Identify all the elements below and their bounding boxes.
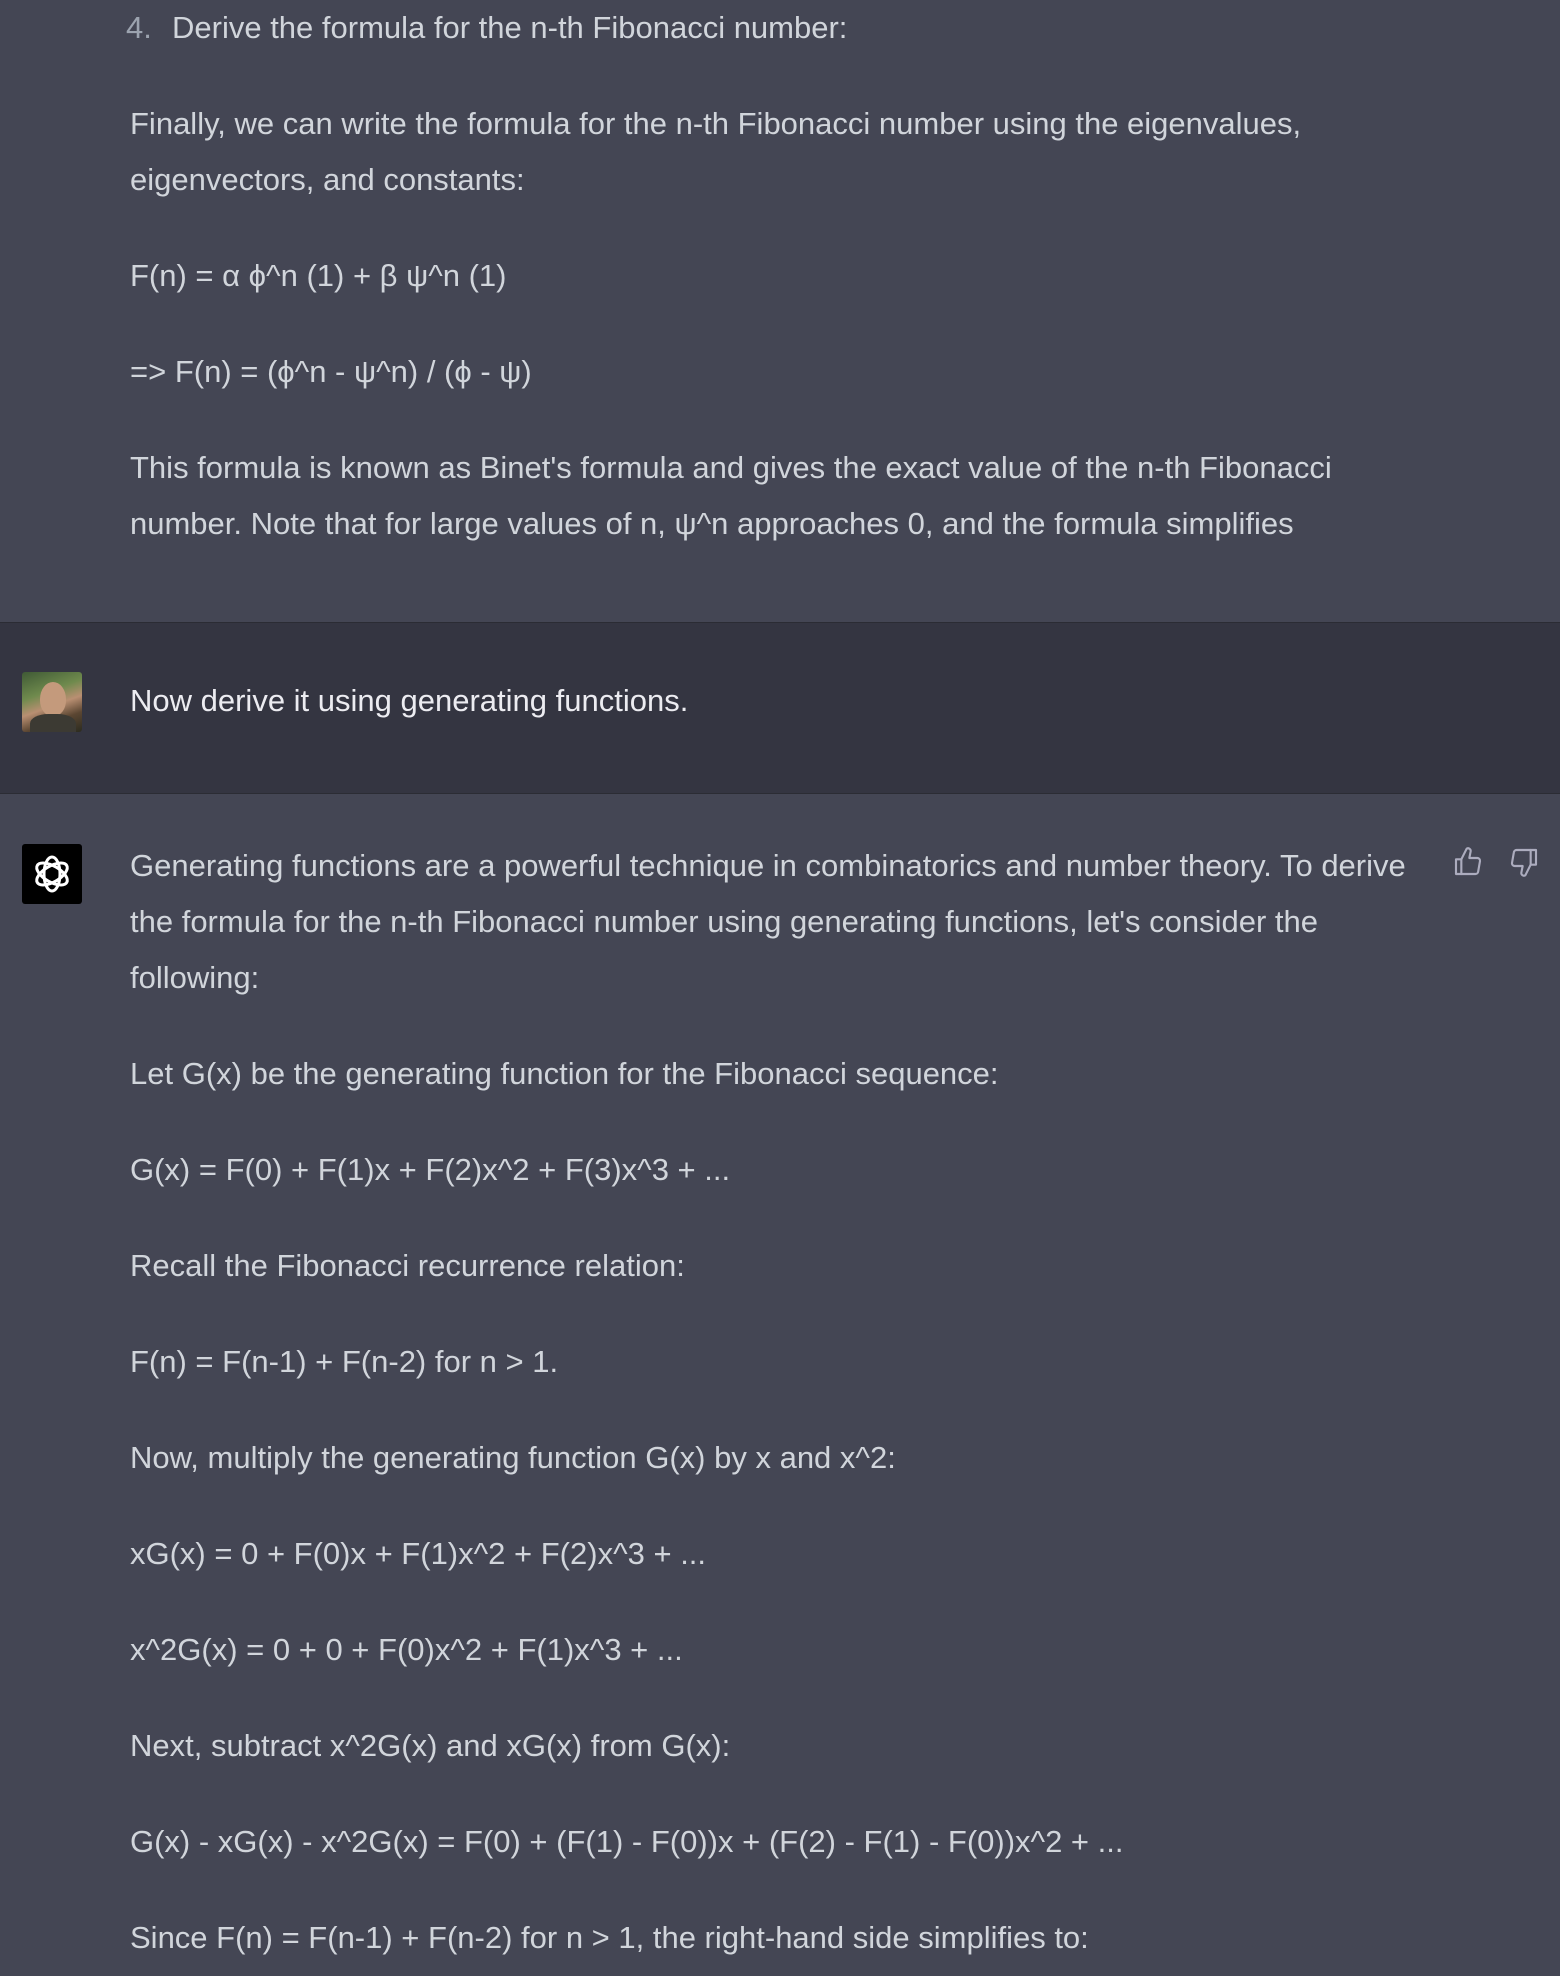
assistant-message-previous: 4. Derive the formula for the n-th Fibona…: [0, 0, 1560, 622]
formula: x^2G(x) = 0 + 0 + F(0)x^2 + F(1)x^3 + ..…: [130, 1632, 683, 1667]
feedback-actions: [1452, 846, 1540, 878]
formula: xG(x) = 0 + F(0)x + F(1)x^2 + F(2)x^3 + …: [130, 1536, 707, 1571]
user-message: Now derive it using generating functions…: [0, 622, 1560, 794]
list-item-number: 4.: [126, 10, 152, 45]
thumbs-up-icon[interactable]: [1452, 846, 1484, 878]
paragraph: Finally, we can write the formula for th…: [130, 106, 1302, 197]
paragraph: Now, multiply the generating function G(…: [130, 1440, 896, 1475]
formula: G(x) - xG(x) - x^2G(x) = F(0) + (F(1) - …: [130, 1824, 1124, 1859]
user-message-text: Now derive it using generating functions…: [130, 683, 689, 718]
assistant-message-content: Generating functions are a powerful tech…: [130, 838, 1410, 1966]
list-item: 4. Derive the formula for the n-th Fibona…: [126, 0, 1410, 56]
user-message-content: Now derive it using generating functions…: [130, 673, 1410, 729]
paragraph: Since F(n) = F(n-1) + F(n-2) for n > 1, …: [130, 1920, 1089, 1955]
list-item-text: Derive the formula for the n-th Fibonacc…: [172, 10, 848, 45]
formula: => F(n) = (ϕ^n - ψ^n) / (ϕ - ψ): [130, 354, 532, 389]
paragraph: Generating functions are a powerful tech…: [130, 848, 1406, 995]
paragraph: This formula is known as Binet's formula…: [130, 450, 1332, 541]
formula: G(x) = F(0) + F(1)x + F(2)x^2 + F(3)x^3 …: [130, 1152, 731, 1187]
paragraph: Recall the Fibonacci recurrence relation…: [130, 1248, 685, 1283]
user-avatar: [22, 672, 82, 732]
openai-logo-icon: [22, 844, 82, 904]
formula: F(n) = F(n-1) + F(n-2) for n > 1.: [130, 1344, 559, 1379]
assistant-message-content: 4. Derive the formula for the n-th Fibona…: [126, 0, 1410, 552]
thumbs-down-icon[interactable]: [1508, 846, 1540, 878]
formula: F(n) = α ϕ^n (1) + β ψ^n (1): [130, 258, 507, 293]
paragraph: Next, subtract x^2G(x) and xG(x) from G(…: [130, 1728, 731, 1763]
assistant-message: Generating functions are a powerful tech…: [0, 794, 1560, 1976]
paragraph: Let G(x) be the generating function for …: [130, 1056, 999, 1091]
